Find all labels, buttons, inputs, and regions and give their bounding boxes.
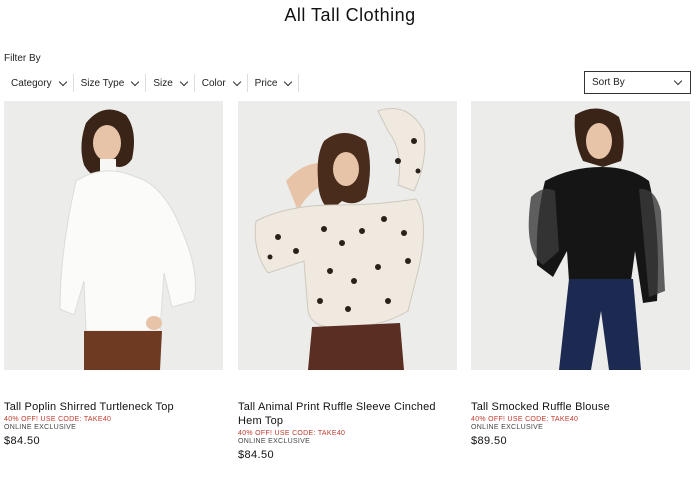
product-card[interactable]: Tall Animal Print Ruffle Sleeve Cinched … (238, 101, 457, 461)
product-image[interactable] (4, 101, 223, 370)
chevron-down-icon (131, 77, 140, 86)
sort-by-label: Sort By (592, 77, 625, 88)
product-name[interactable]: Tall Smocked Ruffle Blouse (471, 400, 690, 414)
filter-size-type[interactable]: Size Type (74, 74, 147, 92)
online-exclusive-badge: ONLINE EXCLUSIVE (471, 424, 544, 431)
product-price: $89.50 (471, 435, 508, 447)
product-image[interactable] (471, 101, 690, 370)
product-card[interactable]: Tall Smocked Ruffle Blouse 40% OFF! USE … (471, 101, 690, 447)
chevron-down-icon (232, 77, 241, 86)
filter-size-type-label: Size Type (80, 77, 125, 89)
filter-size[interactable]: Size (146, 74, 195, 92)
filter-category-label: Category (11, 77, 52, 89)
product-price: $84.50 (4, 435, 41, 447)
promo-text: 40% OFF! USE CODE: TAKE40 (471, 416, 579, 423)
chevron-down-icon (58, 77, 67, 86)
product-name[interactable]: Tall Poplin Shirred Turtleneck Top (4, 400, 223, 414)
filter-bar: Category Size Type Size Color Price (4, 74, 300, 92)
filter-category[interactable]: Category (4, 74, 74, 92)
filter-price[interactable]: Price (248, 74, 300, 92)
promo-text: 40% OFF! USE CODE: TAKE40 (238, 430, 346, 437)
online-exclusive-badge: ONLINE EXCLUSIVE (4, 424, 77, 431)
chevron-down-icon (284, 77, 293, 86)
product-name[interactable]: Tall Animal Print Ruffle Sleeve Cinched … (238, 400, 457, 428)
product-card[interactable]: Tall Poplin Shirred Turtleneck Top 40% O… (4, 101, 223, 447)
chevron-down-icon (673, 76, 683, 86)
filter-color-label: Color (201, 77, 226, 89)
chevron-down-icon (179, 77, 189, 86)
filter-size-label: Size (153, 77, 173, 89)
page-title: All Tall Clothing (284, 5, 416, 25)
sort-by-dropdown[interactable]: Sort By (584, 71, 691, 94)
product-price: $84.50 (238, 449, 275, 461)
online-exclusive-badge: ONLINE EXCLUSIVE (238, 438, 311, 445)
filter-price-label: Price (254, 77, 278, 89)
filter-color[interactable]: Color (195, 74, 248, 92)
product-image[interactable] (238, 101, 457, 370)
promo-text: 40% OFF! USE CODE: TAKE40 (4, 416, 112, 423)
filter-by-label: Filter By (4, 53, 41, 64)
